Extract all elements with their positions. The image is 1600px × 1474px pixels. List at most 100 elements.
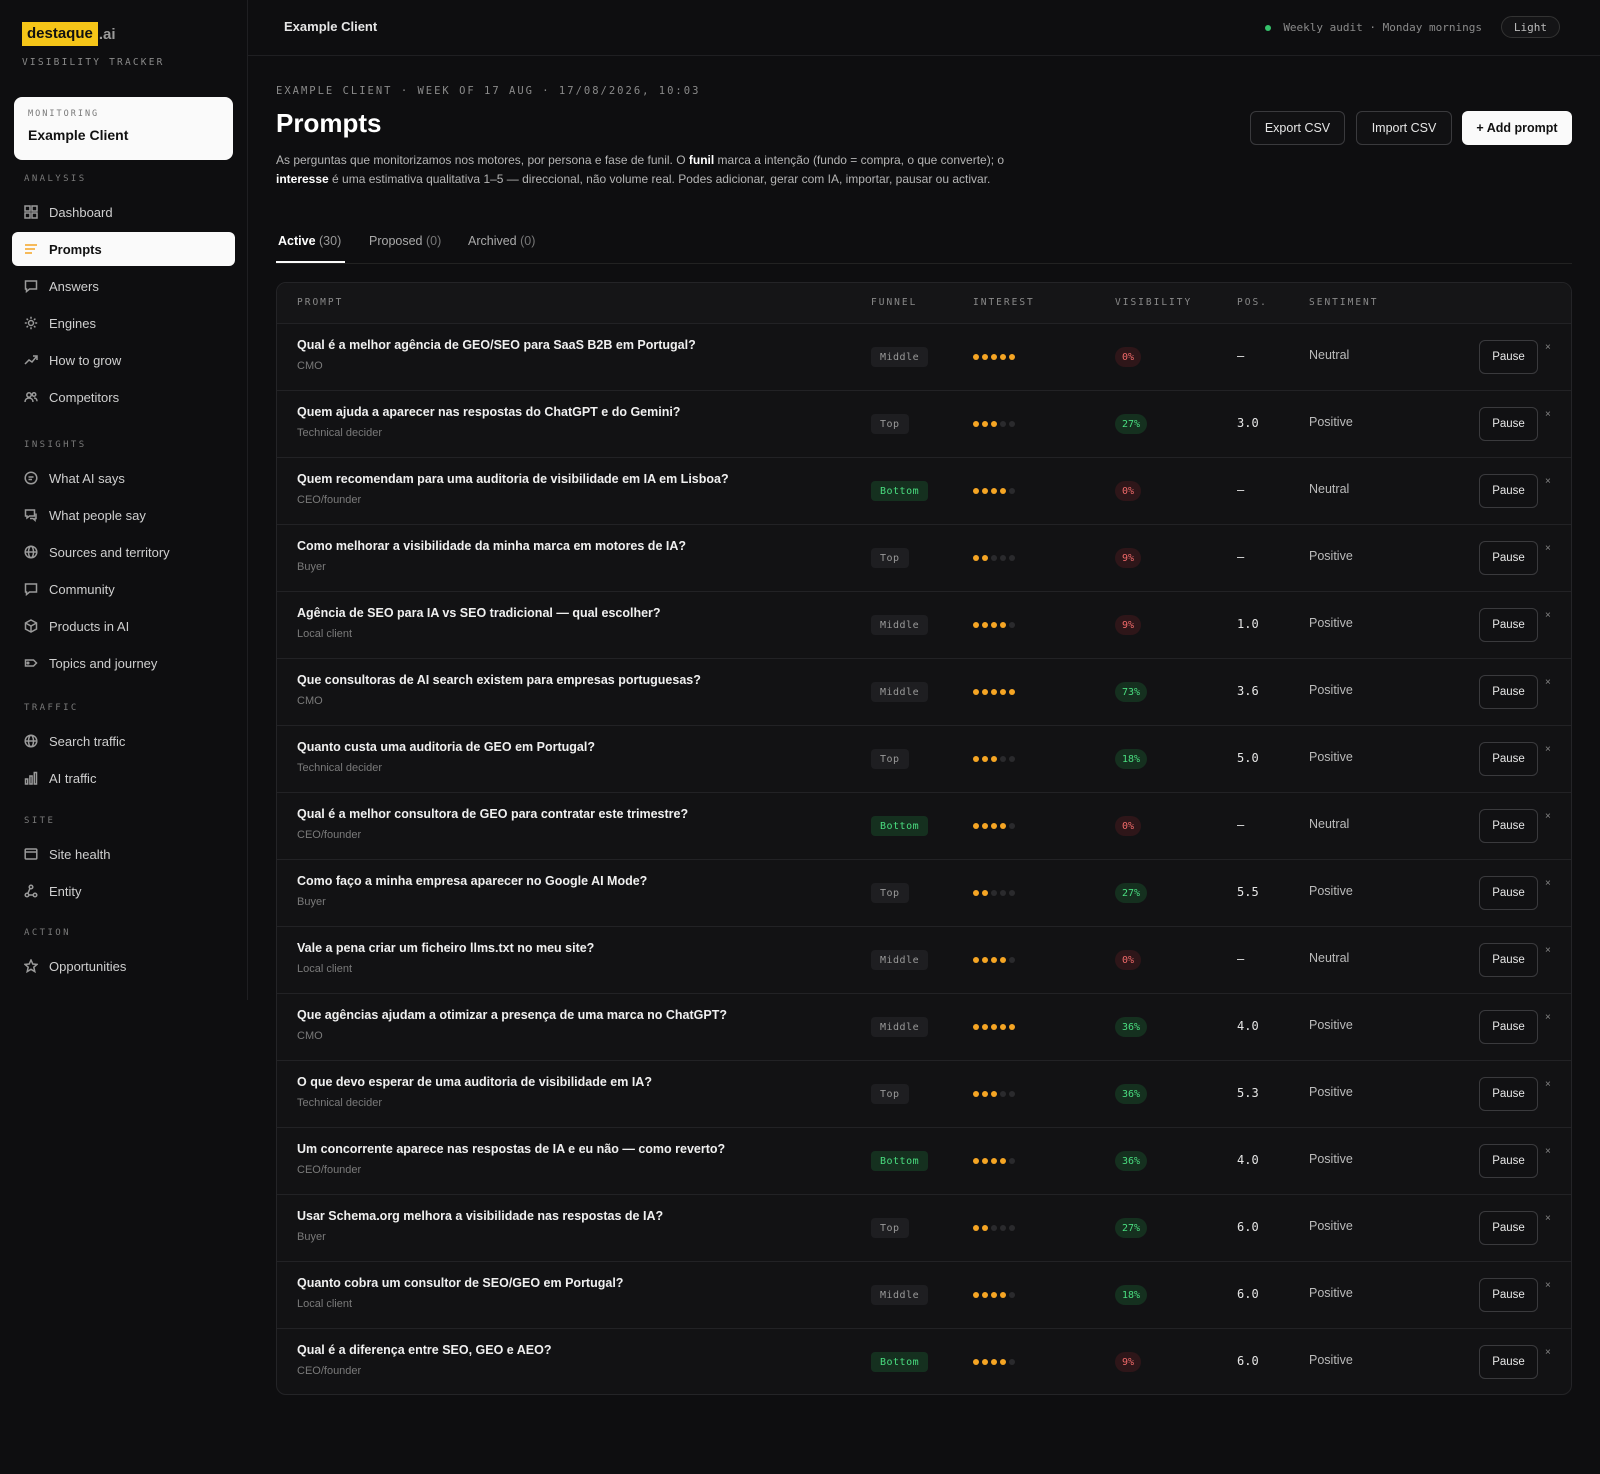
remove-icon[interactable]: ×	[1545, 1280, 1551, 1291]
interest-dot	[1009, 957, 1015, 963]
nav-item-prompts[interactable]: Prompts	[12, 232, 235, 266]
nav-item-opportunities[interactable]: Opportunities	[12, 949, 235, 983]
chat-icon	[24, 508, 38, 522]
prompt-text[interactable]: O que devo esperar de uma auditoria de v…	[297, 1075, 652, 1089]
pause-button[interactable]: Pause	[1479, 809, 1538, 843]
nav-item-topics-and-journey[interactable]: Topics and journey	[12, 646, 235, 680]
interest-dot	[991, 756, 997, 762]
interest-dot	[1009, 1225, 1015, 1231]
interest-dot	[1009, 1292, 1015, 1298]
nav-item-how-to-grow[interactable]: How to grow	[12, 343, 235, 377]
add-prompt-button[interactable]: + Add prompt	[1462, 111, 1572, 145]
tab-active[interactable]: Active (30)	[278, 234, 341, 248]
remove-icon[interactable]: ×	[1545, 610, 1551, 621]
network-icon	[24, 884, 38, 898]
remove-icon[interactable]: ×	[1545, 1146, 1551, 1157]
remove-icon[interactable]: ×	[1545, 409, 1551, 420]
tab-proposed[interactable]: Proposed (0)	[369, 234, 441, 248]
nav-item-products-in-ai[interactable]: Products in AI	[12, 609, 235, 643]
nav-item-entity[interactable]: Entity	[12, 874, 235, 908]
nav-section-site: SITE	[24, 816, 56, 826]
pause-button[interactable]: Pause	[1479, 474, 1538, 508]
column-header-sentiment[interactable]: SENTIMENT	[1309, 297, 1378, 308]
pause-button[interactable]: Pause	[1479, 1010, 1538, 1044]
remove-icon[interactable]: ×	[1545, 543, 1551, 554]
prompt-text[interactable]: Qual é a diferença entre SEO, GEO e AEO?	[297, 1343, 551, 1357]
remove-icon[interactable]: ×	[1545, 744, 1551, 755]
interest-dot	[991, 1158, 997, 1164]
remove-icon[interactable]: ×	[1545, 677, 1551, 688]
nav-item-answers[interactable]: Answers	[12, 269, 235, 303]
column-header-position[interactable]: POS.	[1237, 297, 1268, 308]
theme-toggle-button[interactable]: Light	[1500, 16, 1560, 38]
prompt-text[interactable]: Usar Schema.org melhora a visibilidade n…	[297, 1209, 663, 1223]
pause-button[interactable]: Pause	[1479, 1144, 1538, 1178]
pause-button[interactable]: Pause	[1479, 407, 1538, 441]
pause-button[interactable]: Pause	[1479, 608, 1538, 642]
pause-button[interactable]: Pause	[1479, 1345, 1538, 1379]
prompt-text[interactable]: Como melhorar a visibilidade da minha ma…	[297, 539, 686, 553]
remove-icon[interactable]: ×	[1545, 476, 1551, 487]
nav-item-competitors[interactable]: Competitors	[12, 380, 235, 414]
interest-dot	[991, 555, 997, 561]
nav-item-sources-and-territory[interactable]: Sources and territory	[12, 535, 235, 569]
import-csv-button[interactable]: Import CSV	[1356, 111, 1452, 145]
prompt-text[interactable]: Quanto custa uma auditoria de GEO em Por…	[297, 740, 595, 754]
remove-icon[interactable]: ×	[1545, 1079, 1551, 1090]
pause-button[interactable]: Pause	[1479, 1077, 1538, 1111]
nav-item-community[interactable]: Community	[12, 572, 235, 606]
pause-button[interactable]: Pause	[1479, 1211, 1538, 1245]
prompt-text[interactable]: Vale a pena criar um ficheiro llms.txt n…	[297, 941, 594, 955]
nav-item-label: Entity	[49, 883, 82, 899]
prompt-text[interactable]: Quem ajuda a aparecer nas respostas do C…	[297, 405, 680, 419]
column-header-interest[interactable]: INTEREST	[973, 297, 1035, 308]
nav-item-search-traffic[interactable]: Search traffic	[12, 724, 235, 758]
monitoring-client-card[interactable]: MONITORING Example Client	[14, 97, 233, 160]
nav-item-label: Search traffic	[49, 733, 126, 749]
remove-icon[interactable]: ×	[1545, 1347, 1551, 1358]
pause-button[interactable]: Pause	[1479, 1278, 1538, 1312]
prompt-text[interactable]: Como faço a minha empresa aparecer no Go…	[297, 874, 647, 888]
nav-item-what-ai-says[interactable]: What AI says	[12, 461, 235, 495]
prompt-text[interactable]: Qual é a melhor agência de GEO/SEO para …	[297, 338, 696, 352]
brand-logo[interactable]: destaque .ai	[22, 22, 116, 46]
prompt-text[interactable]: Um concorrente aparece nas respostas de …	[297, 1142, 725, 1156]
export-csv-button[interactable]: Export CSV	[1250, 111, 1345, 145]
table-row: Usar Schema.org melhora a visibilidade n…	[277, 1194, 1571, 1261]
nav-item-engines[interactable]: Engines	[12, 306, 235, 340]
pause-button[interactable]: Pause	[1479, 742, 1538, 776]
nav-item-site-health[interactable]: Site health	[12, 837, 235, 871]
table-row: Quanto custa uma auditoria de GEO em Por…	[277, 725, 1571, 792]
prompt-text[interactable]: Quanto cobra um consultor de SEO/GEO em …	[297, 1276, 623, 1290]
pause-button[interactable]: Pause	[1479, 876, 1538, 910]
interest-rating	[973, 1158, 1018, 1164]
column-header-funnel[interactable]: FUNNEL	[871, 297, 917, 308]
interest-rating	[973, 957, 1018, 963]
prompt-text[interactable]: Quem recomendam para uma auditoria de vi…	[297, 472, 729, 486]
prompt-text[interactable]: Qual é a melhor consultora de GEO para c…	[297, 807, 688, 821]
remove-icon[interactable]: ×	[1545, 945, 1551, 956]
column-header-prompt[interactable]: PROMPT	[297, 297, 343, 308]
pause-button[interactable]: Pause	[1479, 675, 1538, 709]
prompt-text[interactable]: Agência de SEO para IA vs SEO tradiciona…	[297, 606, 661, 620]
pause-button[interactable]: Pause	[1479, 541, 1538, 575]
nav-item-dashboard[interactable]: Dashboard	[12, 195, 235, 229]
brand-suffix: .ai	[98, 25, 116, 43]
sentiment-value: Neutral	[1309, 817, 1350, 831]
prompt-text[interactable]: Que agências ajudam a otimizar a presenç…	[297, 1008, 727, 1022]
visibility-badge: 36%	[1115, 1017, 1148, 1037]
remove-icon[interactable]: ×	[1545, 811, 1551, 822]
prompt-text[interactable]: Que consultoras de AI search existem par…	[297, 673, 701, 687]
nav-item-what-people-say[interactable]: What people say	[12, 498, 235, 532]
interest-rating	[973, 488, 1018, 494]
column-header-visibility[interactable]: VISIBILITY	[1115, 297, 1192, 308]
pause-button[interactable]: Pause	[1479, 943, 1538, 977]
pause-button[interactable]: Pause	[1479, 340, 1538, 374]
tab-archived[interactable]: Archived (0)	[468, 234, 535, 248]
remove-icon[interactable]: ×	[1545, 1012, 1551, 1023]
remove-icon[interactable]: ×	[1545, 342, 1551, 353]
tab-active-indicator	[276, 261, 345, 263]
nav-item-ai-traffic[interactable]: AI traffic	[12, 761, 235, 795]
remove-icon[interactable]: ×	[1545, 878, 1551, 889]
remove-icon[interactable]: ×	[1545, 1213, 1551, 1224]
